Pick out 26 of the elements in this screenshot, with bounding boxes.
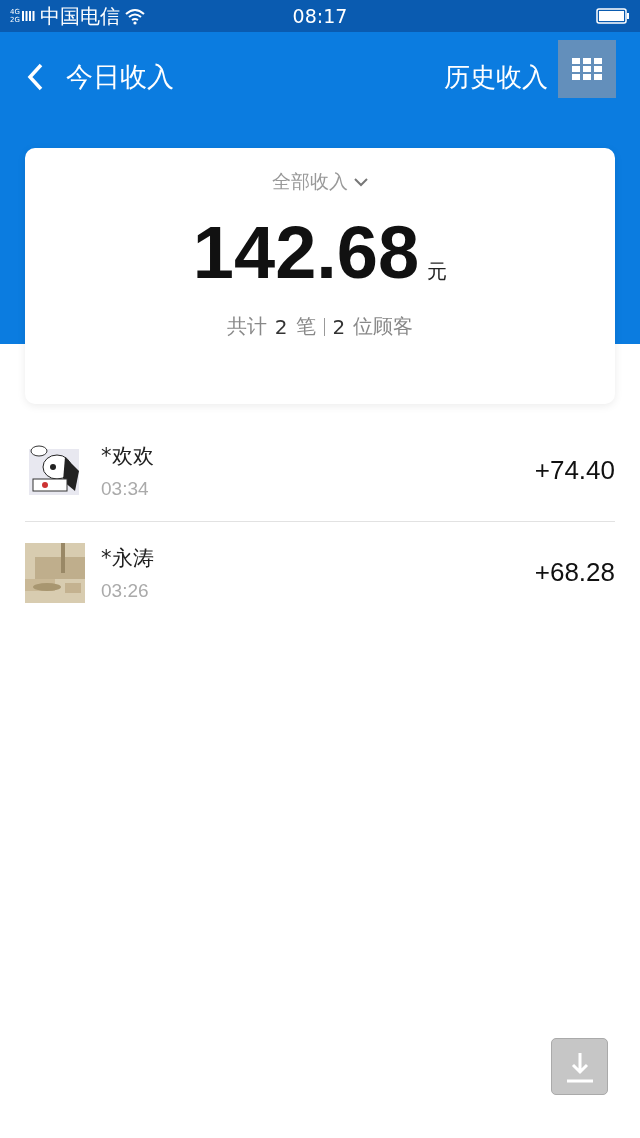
grid-button[interactable] xyxy=(558,40,616,98)
back-icon[interactable] xyxy=(26,62,44,92)
clock: 08:17 xyxy=(292,5,348,27)
count-label: 共计 xyxy=(226,313,267,340)
customer-count: 2 xyxy=(332,314,346,339)
total-amount: 142.68 xyxy=(192,210,420,295)
signal-icon xyxy=(21,9,36,23)
transaction-amount: +68.28 xyxy=(534,557,615,588)
grid-icon xyxy=(572,58,602,80)
chevron-down-icon xyxy=(354,177,368,187)
carrier-name: 中国电信 xyxy=(39,2,120,30)
filter-dropdown[interactable]: 全部收入 xyxy=(266,168,374,196)
count-unit: 笔 xyxy=(295,313,316,340)
currency-unit: 元 xyxy=(427,258,448,285)
count-value: 2 xyxy=(274,314,288,339)
transaction-amount: +74.40 xyxy=(534,455,615,486)
customer-name: *永涛 xyxy=(101,544,155,572)
history-link[interactable]: 历史收入 xyxy=(444,59,548,95)
battery-icon xyxy=(596,8,630,24)
transaction-time: 03:26 xyxy=(101,579,150,602)
customer-label: 位顾客 xyxy=(353,313,414,340)
page-title: 今日收入 xyxy=(66,60,175,94)
customer-name: *欢欢 xyxy=(101,442,155,470)
wifi-icon xyxy=(123,7,146,25)
download-button[interactable] xyxy=(551,1038,608,1095)
transaction-time: 03:34 xyxy=(101,477,150,500)
